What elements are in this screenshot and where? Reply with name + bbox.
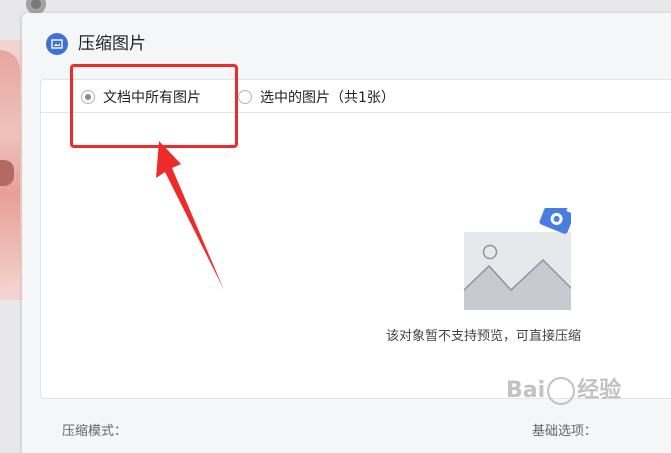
watermark-text-right: 经验 [577, 378, 622, 403]
baidu-watermark: Bai 经验 [506, 372, 621, 405]
watermark-text-left: Bai [506, 378, 546, 403]
paw-icon [547, 377, 576, 405]
